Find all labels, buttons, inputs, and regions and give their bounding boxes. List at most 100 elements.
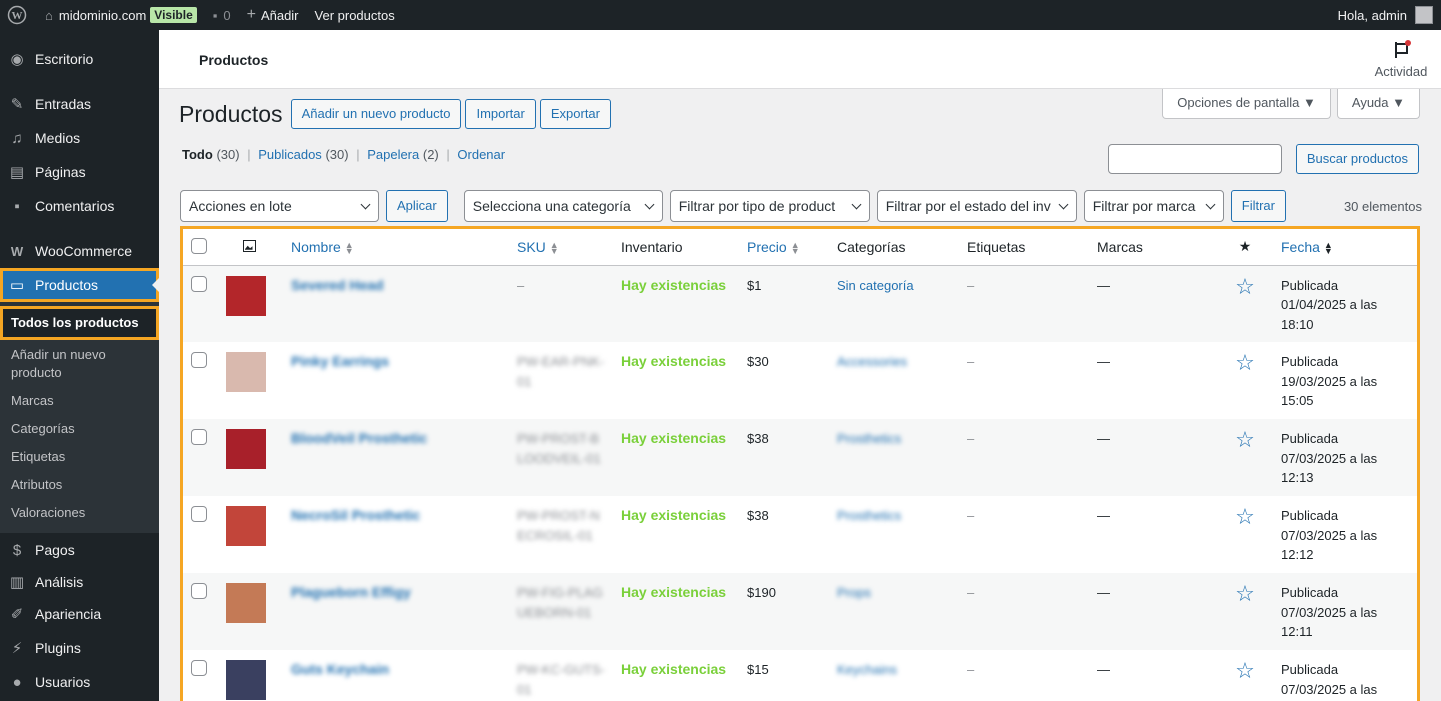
import-button[interactable]: Importar bbox=[465, 99, 536, 129]
featured-cell: ☆ bbox=[1217, 496, 1273, 573]
archive-icon: ▭ bbox=[9, 277, 25, 294]
category-link[interactable]: Keychains bbox=[837, 662, 897, 677]
row-checkbox[interactable] bbox=[191, 660, 207, 676]
star-outline-icon[interactable]: ☆ bbox=[1235, 274, 1255, 299]
product-type-filter-select[interactable]: Filtrar por tipo de product bbox=[669, 190, 870, 222]
account-menu[interactable]: Hola, admin bbox=[1338, 6, 1441, 24]
product-name-link[interactable]: NecroSil Prosthetic bbox=[291, 507, 420, 523]
category-link[interactable]: Accessories bbox=[837, 354, 907, 369]
site-name-link[interactable]: ⌂ midominio.com Visible bbox=[37, 0, 205, 30]
menu-item-woocommerce[interactable]: W WooCommerce bbox=[0, 234, 159, 268]
category-link[interactable]: Sin categoría bbox=[837, 278, 914, 293]
star-outline-icon[interactable]: ☆ bbox=[1235, 581, 1255, 606]
product-name-link[interactable]: Plagueborn Effigy bbox=[291, 584, 411, 600]
row-checkbox[interactable] bbox=[191, 506, 207, 522]
add-new-link[interactable]: + Añadir bbox=[239, 0, 307, 30]
star-outline-icon[interactable]: ☆ bbox=[1235, 504, 1255, 529]
plus-icon: + bbox=[246, 6, 256, 23]
apply-button[interactable]: Aplicar bbox=[386, 190, 448, 222]
view-trash[interactable]: Papelera bbox=[367, 147, 419, 162]
help-button[interactable]: Ayuda ▼ bbox=[1336, 89, 1420, 119]
menu-item-posts[interactable]: ✎ Entradas bbox=[0, 87, 159, 121]
brush-icon: ✐ bbox=[10, 606, 24, 623]
product-name-link[interactable]: Guts Keychain bbox=[291, 661, 389, 677]
product-thumbnail[interactable] bbox=[226, 352, 266, 392]
star-outline-icon[interactable]: ☆ bbox=[1235, 350, 1255, 375]
search-products-button[interactable]: Buscar productos bbox=[1295, 144, 1419, 174]
menu-item-plugins[interactable]: ⚡ Plugins bbox=[0, 631, 159, 665]
wordpress-logo-icon[interactable]: W bbox=[0, 0, 37, 30]
star-outline-icon[interactable]: ☆ bbox=[1235, 427, 1255, 452]
table-row[interactable]: Severed Head – Hay existencias $1 Sin catego… bbox=[183, 265, 1417, 342]
menu-item-media[interactable]: ♫ Medios bbox=[0, 121, 159, 155]
stock-status-filter-select[interactable]: Filtrar por el estado del inv bbox=[876, 190, 1077, 222]
menu-item-comments[interactable]: ▪ Comentarios bbox=[0, 189, 159, 223]
submenu-add-new-product[interactable]: Añadir un nuevo producto bbox=[0, 340, 120, 387]
product-thumbnail[interactable] bbox=[226, 583, 266, 623]
brand-filter-select[interactable]: Filtrar por marca bbox=[1083, 190, 1224, 222]
select-all-checkbox[interactable] bbox=[191, 238, 207, 255]
product-thumbnail[interactable] bbox=[226, 429, 266, 469]
submenu-categories[interactable]: Categorías bbox=[0, 415, 159, 443]
table-row[interactable]: Pinky Earrings PW-EAR-PNK-01 Hay existenci… bbox=[183, 342, 1417, 419]
screen-options-button[interactable]: Opciones de pantalla ▼ bbox=[1162, 89, 1331, 119]
product-thumbnail[interactable] bbox=[226, 275, 266, 316]
date-column-header[interactable]: Fecha ▲ ▼ bbox=[1273, 229, 1417, 266]
activity-button[interactable]: Actividad bbox=[1371, 40, 1431, 79]
image-icon bbox=[242, 239, 256, 252]
category-filter-select[interactable]: Selecciona una categoría bbox=[463, 190, 663, 222]
sort-icon: ▲ ▼ bbox=[344, 240, 354, 257]
table-row[interactable]: NecroSil Prosthetic PW-PROST-NECROSIL-01 H… bbox=[183, 496, 1417, 573]
submenu-attributes[interactable]: Atributos bbox=[0, 471, 159, 499]
product-name-link[interactable]: BloodVeil Prosthetic bbox=[291, 430, 427, 446]
menu-item-dashboard[interactable]: ◉ Escritorio bbox=[0, 42, 159, 76]
price-column-header[interactable]: Precio ▲ ▼ bbox=[739, 229, 829, 266]
product-thumbnail[interactable] bbox=[226, 506, 266, 546]
category-link[interactable]: Prosthetics bbox=[837, 431, 901, 446]
row-checkbox[interactable] bbox=[191, 352, 207, 368]
submenu-tags[interactable]: Etiquetas bbox=[0, 443, 159, 471]
row-checkbox[interactable] bbox=[191, 429, 207, 445]
category-link[interactable]: Props bbox=[837, 585, 871, 600]
view-all[interactable]: Todo bbox=[182, 147, 213, 162]
bulk-actions-select[interactable]: Acciones en lote bbox=[180, 190, 379, 222]
inventory-cell: Hay existencias bbox=[613, 650, 739, 701]
category-link[interactable]: Prosthetics bbox=[837, 508, 901, 523]
view-published[interactable]: Publicados bbox=[258, 147, 322, 162]
menu-item-analytics[interactable]: ▥ Análisis bbox=[0, 567, 159, 597]
view-products-link[interactable]: Ver productos bbox=[307, 0, 403, 30]
product-name-link[interactable]: Severed Head bbox=[291, 277, 384, 293]
inventory-column-header: Inventario bbox=[613, 229, 739, 266]
product-thumbnail[interactable] bbox=[226, 660, 266, 700]
search-input[interactable] bbox=[1107, 144, 1282, 174]
menu-item-payments[interactable]: $ Pagos bbox=[0, 533, 159, 567]
comments-link[interactable]: ▪ 0 bbox=[205, 0, 239, 30]
menu-item-appearance[interactable]: ✐ Apariencia bbox=[0, 597, 159, 631]
menu-item-users[interactable]: ● Usuarios bbox=[0, 665, 159, 699]
product-name-link[interactable]: Pinky Earrings bbox=[291, 353, 389, 369]
tags-value: – bbox=[967, 277, 975, 293]
menu-item-products[interactable]: ▭ Productos bbox=[0, 268, 159, 302]
row-checkbox[interactable] bbox=[191, 583, 207, 599]
filter-button[interactable]: Filtrar bbox=[1230, 190, 1286, 222]
categories-cell: Prosthetics bbox=[829, 419, 959, 496]
user-icon: ● bbox=[12, 673, 22, 691]
menu-item-pages[interactable]: ▤ Páginas bbox=[0, 155, 159, 189]
table-row[interactable]: Guts Keychain PW-KC-GUTS-01 Hay existencia… bbox=[183, 650, 1417, 701]
row-checkbox[interactable] bbox=[191, 275, 207, 292]
submenu-brands[interactable]: Marcas bbox=[0, 387, 159, 415]
name-column-header[interactable]: Nombre ▲ ▼ bbox=[283, 229, 509, 266]
table-row[interactable]: BloodVeil Prosthetic PW-PROST-BLOODVEIL-0… bbox=[183, 419, 1417, 496]
sku-cell: PW-EAR-PNK-01 bbox=[509, 342, 613, 419]
brands-column-header: Marcas bbox=[1089, 229, 1217, 266]
submenu-reviews[interactable]: Valoraciones bbox=[0, 499, 159, 527]
sku-column-header[interactable]: SKU ▲ ▼ bbox=[509, 229, 613, 266]
export-button[interactable]: Exportar bbox=[539, 99, 611, 129]
menu-item-label: Usuarios bbox=[35, 674, 91, 690]
submenu-all-products[interactable]: Todos los productos bbox=[0, 306, 159, 340]
star-outline-icon[interactable]: ☆ bbox=[1235, 658, 1255, 683]
date-column-label: Fecha bbox=[1281, 238, 1320, 255]
add-new-product-button[interactable]: Añadir un nuevo producto bbox=[290, 99, 462, 129]
view-sort[interactable]: Ordenar bbox=[457, 147, 505, 162]
table-row[interactable]: Plagueborn Effigy PW-FIG-PLAGUEBORN-01 Hay… bbox=[183, 573, 1417, 650]
